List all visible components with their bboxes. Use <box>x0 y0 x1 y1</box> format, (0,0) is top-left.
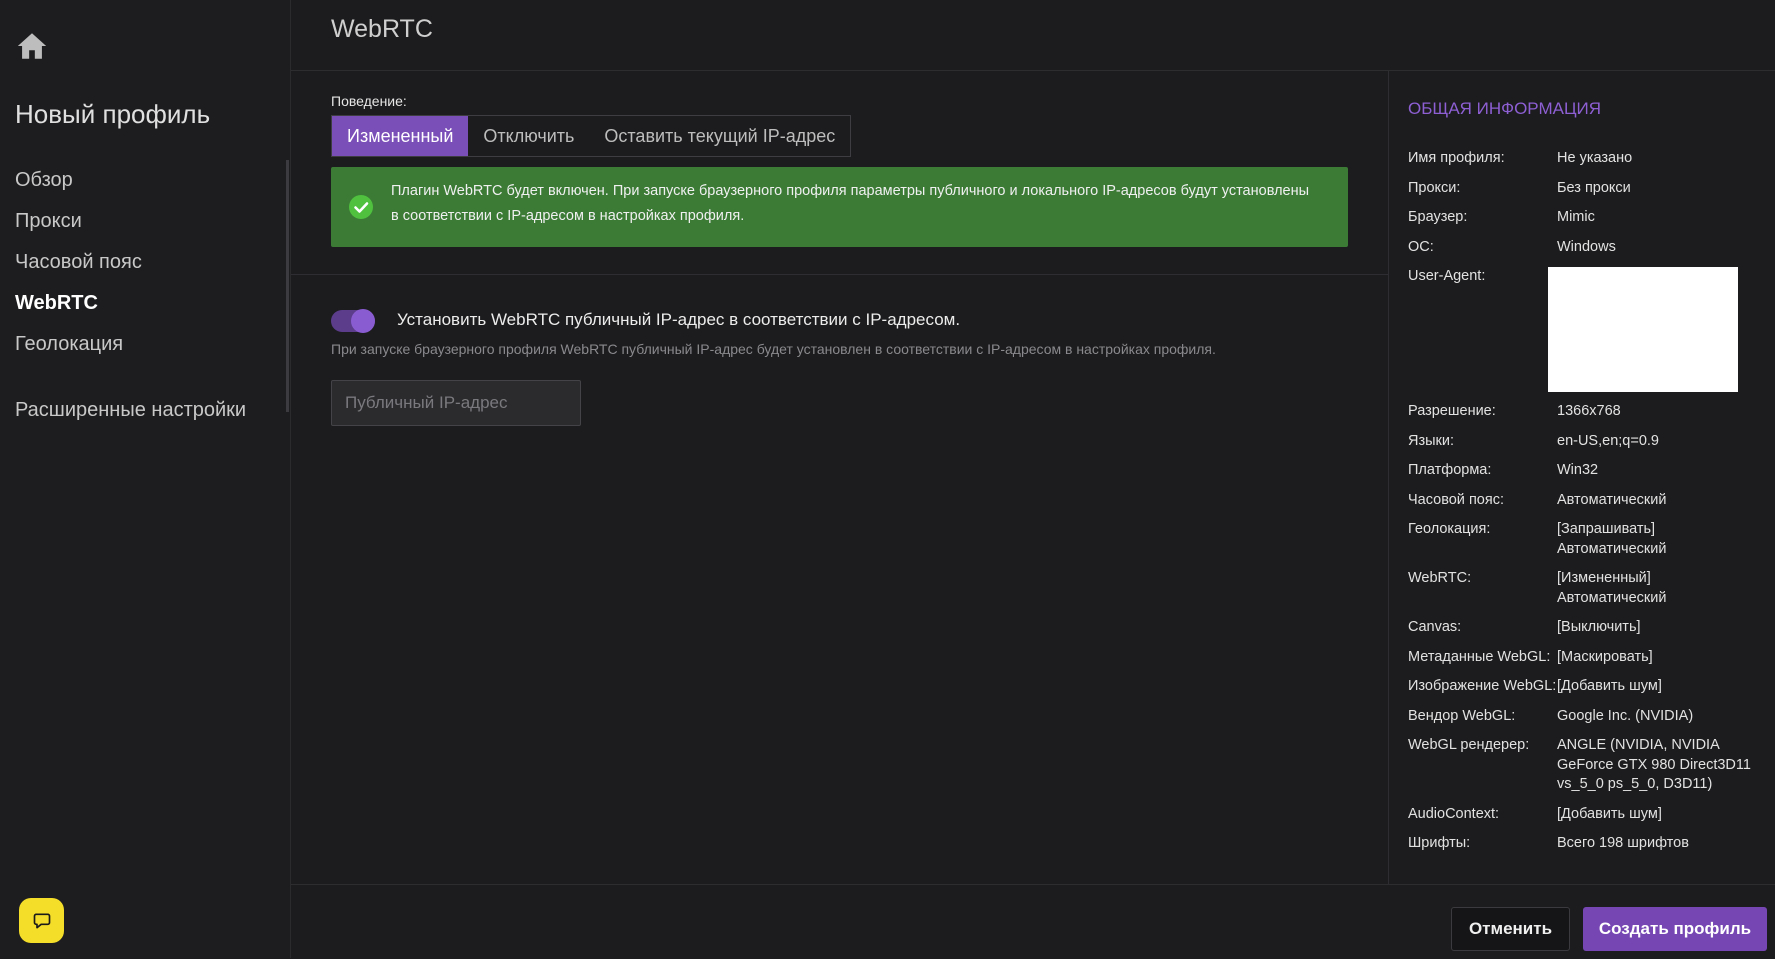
info-row-geolocation: Геолокация: [Запрашивать] Автоматический <box>1408 521 1667 557</box>
home-icon[interactable] <box>15 29 49 63</box>
toggle-description: При запуске браузерного профиля WebRTC п… <box>331 341 1216 357</box>
behavior-label: Поведение: <box>331 93 407 109</box>
sidebar-nav: Обзор Прокси Часовой пояс WebRTC Геолока… <box>15 160 246 431</box>
sidebar-item-geolocation[interactable]: Геолокация <box>15 324 246 365</box>
sidebar-item-timezone[interactable]: Часовой пояс <box>15 242 246 283</box>
info-row-webgl-renderer: WebGL рендерер: ANGLE (NVIDIA, NVIDIA GeF… <box>1408 737 1751 792</box>
info-row-webgl-metadata: Метаданные WebGL: [Маскировать] <box>1408 648 1653 665</box>
alert-text: Плагин WebRTC будет включен. При запуске… <box>391 183 1310 224</box>
sidebar: Новый профиль Обзор Прокси Часовой пояс … <box>0 0 291 958</box>
behavior-option-disable[interactable]: Отключить <box>468 116 589 156</box>
sidebar-scrollbar[interactable] <box>286 160 289 412</box>
info-row-webgl-image: Изображение WebGL: [Добавить шум] <box>1408 678 1662 694</box>
info-row-resolution: Разрешение: 1366x768 <box>1408 403 1621 419</box>
sidebar-item-advanced[interactable]: Расширенные настройки <box>15 390 246 431</box>
info-row-fonts: Шрифты: Всего 198 шрифтов <box>1408 835 1689 851</box>
webrtc-settings: Поведение: Измененный Отключить Оставить… <box>291 71 1389 884</box>
main-area: WebRTC Поведение: Измененный Отключить О… <box>291 0 1775 958</box>
info-list: Имя профиля: Не указано Прокси: Без прокси… <box>1408 149 1758 864</box>
info-row-audiocontext: AudioContext: [Добавить шум] <box>1408 805 1662 822</box>
section-divider <box>291 274 1389 275</box>
info-row-profile-name: Имя профиля: Не указано <box>1408 150 1633 166</box>
info-row-webgl-vendor: Вендор WebGL: Google Inc. (NVIDIA) <box>1408 707 1694 724</box>
sidebar-item-webrtc[interactable]: WebRTC <box>15 283 246 324</box>
info-row-webrtc: WebRTC: [Измененный] Автоматический <box>1408 570 1667 606</box>
page-header: WebRTC <box>291 0 1775 71</box>
info-row-user-agent: User-Agent: <box>1408 267 1758 392</box>
toggle-label: Установить WebRTC публичный IP-адрес в с… <box>397 310 961 329</box>
chat-bubble-icon <box>33 913 50 928</box>
check-circle-icon <box>349 195 373 219</box>
user-agent-redacted-box <box>1548 267 1738 392</box>
info-row-platform: Платформа: Win32 <box>1408 462 1599 478</box>
info-row-os: ОС: Windows <box>1408 238 1616 255</box>
general-info-panel: ОБЩАЯ ИНФОРМАЦИЯ Имя профиля: Не указано … <box>1388 71 1775 884</box>
public-ip-input[interactable] <box>331 380 581 426</box>
info-row-canvas: Canvas: [Выключить] <box>1408 619 1641 635</box>
page-title: WebRTC <box>331 15 433 43</box>
sidebar-item-overview[interactable]: Обзор <box>15 160 246 201</box>
sidebar-item-proxy[interactable]: Прокси <box>15 201 246 242</box>
behavior-option-modified[interactable]: Измененный <box>332 116 469 156</box>
info-row-proxy: Прокси: Без прокси <box>1408 179 1631 196</box>
info-row-timezone: Часовой пояс: Автоматический <box>1408 491 1667 508</box>
info-alert: Плагин WebRTC будет включен. При запуске… <box>331 167 1348 247</box>
info-row-browser: Браузер: Mimic <box>1408 209 1595 225</box>
chat-button[interactable] <box>19 898 64 943</box>
footer-bar: Отменить Создать профиль <box>291 884 1775 959</box>
behavior-option-keep-current-ip[interactable]: Оставить текущий IP-адрес <box>589 116 850 156</box>
profile-title: Новый профиль <box>15 99 211 129</box>
cancel-button[interactable]: Отменить <box>1451 907 1570 951</box>
create-profile-button[interactable]: Создать профиль <box>1583 907 1767 951</box>
toggle-knob <box>351 309 375 333</box>
info-row-languages: Языки: en-US,en;q=0.9 <box>1408 432 1659 449</box>
info-title: ОБЩАЯ ИНФОРМАЦИЯ <box>1408 99 1602 118</box>
public-ip-toggle[interactable] <box>331 309 375 333</box>
behavior-segmented-control: Измененный Отключить Оставить текущий IP… <box>331 115 852 157</box>
